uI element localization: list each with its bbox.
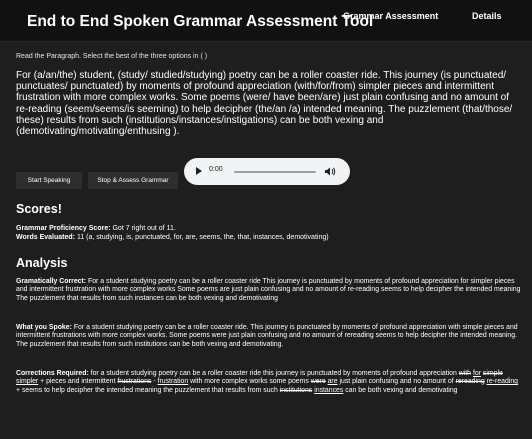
correction-deleted: simple bbox=[482, 370, 503, 377]
correction-deleted: frustrations bbox=[117, 378, 152, 386]
corrections-label: Corrections Required: bbox=[16, 370, 89, 377]
stop-assess-button[interactable]: Stop & Assess Grammar bbox=[88, 172, 178, 189]
proficiency-label: Grammar Proficiency Score: bbox=[16, 225, 111, 232]
correction-text: just plain confusing and no amount of bbox=[337, 378, 456, 386]
correction-inserted: are bbox=[327, 378, 338, 386]
audio-progress-track[interactable] bbox=[234, 171, 316, 173]
correction-inserted: re-reading bbox=[486, 378, 519, 386]
words-value: 11 (a, studying, is, punctuated, for, ar… bbox=[75, 234, 329, 241]
play-icon[interactable] bbox=[196, 167, 202, 175]
what-you-spoke-block: What you Spoke: For a student studying p… bbox=[16, 324, 522, 349]
correction-text: for a student studying poetry can be a r… bbox=[88, 370, 459, 377]
correction-text: can be both vexing and demotivating bbox=[343, 386, 458, 394]
nav-grammar-assessment[interactable]: Grammar Assessment bbox=[343, 11, 438, 21]
reading-paragraph: For (a/an/the) student, (study/ studied/… bbox=[16, 70, 513, 138]
grammatically-correct-block: Gramatically Correct: For a student stud… bbox=[16, 278, 522, 303]
nav-details[interactable]: Details bbox=[472, 11, 502, 21]
correction-text: with more complex works some poems bbox=[188, 378, 311, 386]
correction-inserted: instances bbox=[314, 386, 344, 394]
app-title: End to End Spoken Grammar Assessment Too… bbox=[27, 13, 374, 30]
correction-inserted: for bbox=[472, 370, 481, 377]
instruction-text: Read the Paragraph. Select the best of t… bbox=[16, 53, 208, 60]
audio-player[interactable]: 0:00 bbox=[184, 158, 350, 185]
correction-deleted: with bbox=[458, 370, 472, 377]
correction-deleted: institutions bbox=[279, 386, 313, 394]
start-speaking-button[interactable]: Start Speaking bbox=[16, 172, 82, 189]
proficiency-score: Grammar Proficiency Score: Got 7 right o… bbox=[16, 225, 176, 234]
spoke-text: For a student studying poetry can be a r… bbox=[16, 324, 518, 348]
audio-time: 0:00 bbox=[209, 166, 223, 173]
correction-deleted: were bbox=[310, 378, 326, 386]
scores-heading: Scores! bbox=[16, 202, 62, 216]
main-content: Read the Paragraph. Select the best of t… bbox=[16, 52, 522, 394]
volume-icon[interactable] bbox=[324, 166, 336, 177]
analysis-heading: Analysis bbox=[16, 256, 68, 270]
correction-deleted: rereading bbox=[455, 378, 485, 386]
correction-inserted: frustration bbox=[157, 378, 189, 386]
words-label: Words Evaluated: bbox=[16, 234, 75, 241]
spoke-label: What you Spoke: bbox=[16, 324, 72, 331]
correct-label: Gramatically Correct: bbox=[16, 278, 87, 285]
corrections-block: Corrections Required: for a student stud… bbox=[16, 370, 522, 395]
correct-text: For a student studying poetry can be a r… bbox=[16, 278, 521, 302]
top-bar: End to End Spoken Grammar Assessment Too… bbox=[0, 0, 532, 42]
corrections-text: for a student studying poetry can be a r… bbox=[16, 370, 518, 394]
words-evaluated: Words Evaluated: 11 (a, studying, is, pu… bbox=[16, 234, 329, 243]
correction-text: + seems to help decipher the intended me… bbox=[16, 386, 280, 394]
correction-inserted: simpler bbox=[16, 378, 39, 386]
correction-text: + pieces and intermittent bbox=[38, 378, 118, 386]
proficiency-value: Got 7 right out of 11. bbox=[110, 225, 176, 232]
